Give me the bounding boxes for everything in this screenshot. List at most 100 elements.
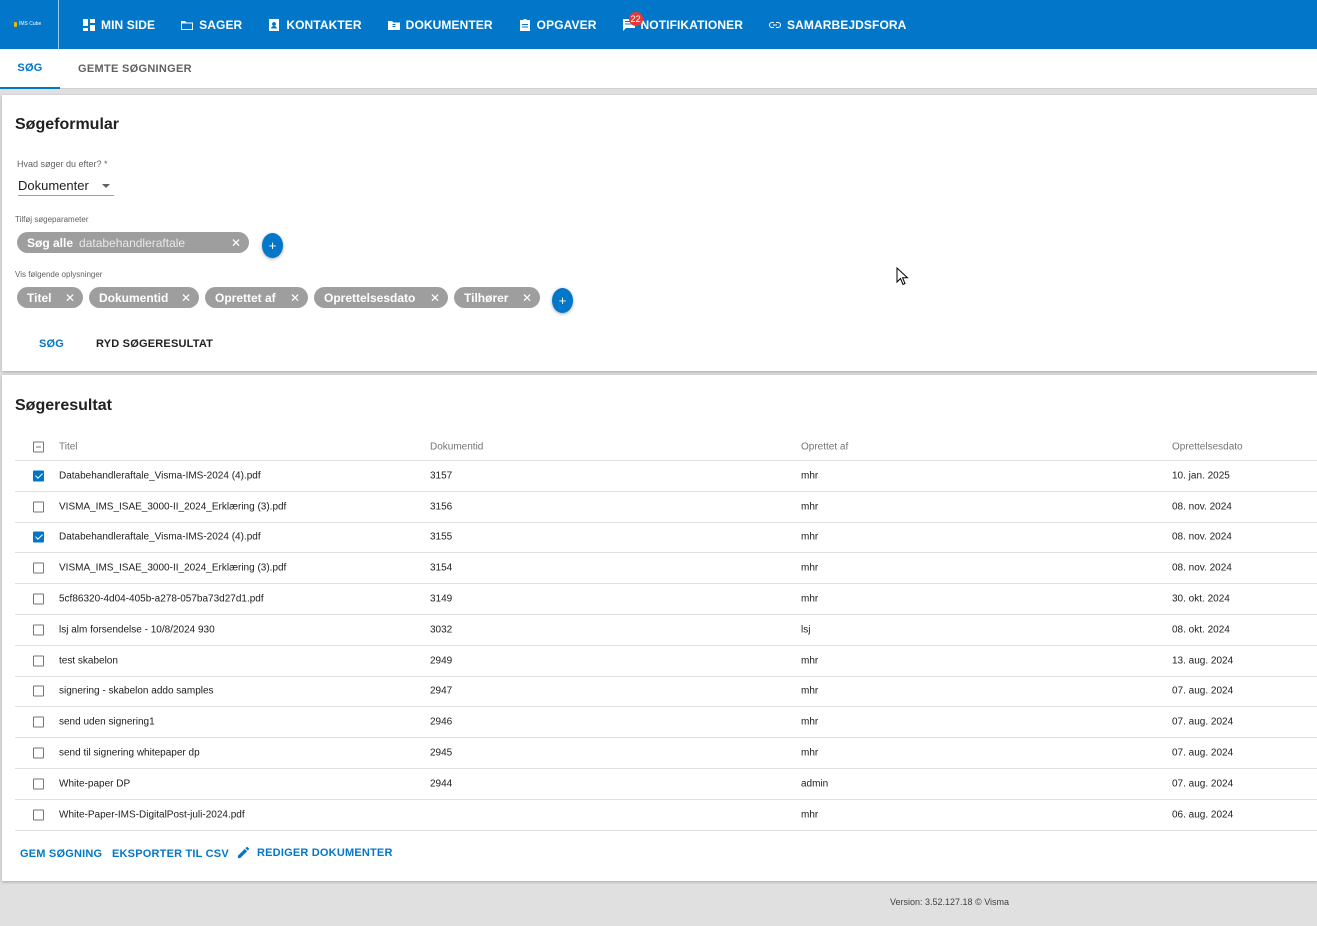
column-chip-created-date[interactable]: Oprettelsesdato ✕ bbox=[314, 287, 448, 308]
main-nav: MIN SIDE SAGER KONTAKTER DOKUMENTER OPGAVER 2… bbox=[69, 0, 914, 49]
add-column-button[interactable]: + bbox=[552, 288, 573, 313]
row-checkbox[interactable] bbox=[33, 685, 44, 697]
row-checkbox[interactable] bbox=[33, 501, 44, 513]
nav-item-label: DOKUMENTER bbox=[405, 17, 493, 32]
edit-documents-label: REDIGER DOKUMENTER bbox=[257, 846, 393, 859]
select-all-checkbox[interactable] bbox=[33, 441, 44, 452]
table-row[interactable]: Databehandleraftale_Visma-IMS-2024 (4).p… bbox=[15, 523, 1317, 554]
column-chip-title[interactable]: Titel ✕ bbox=[17, 287, 83, 308]
row-created-date: 08. okt. 2024 bbox=[1172, 624, 1230, 636]
search-button[interactable]: SØG bbox=[39, 338, 64, 350]
row-checkbox[interactable] bbox=[33, 562, 44, 574]
row-checkbox[interactable] bbox=[33, 531, 44, 543]
column-chip-created-by[interactable]: Oprettet af ✕ bbox=[205, 287, 308, 308]
nav-item-min-side[interactable]: MIN SIDE bbox=[75, 0, 163, 49]
row-checkbox[interactable] bbox=[33, 716, 44, 728]
search-form-title: Søgeformular bbox=[15, 116, 120, 133]
table-row[interactable]: VISMA_IMS_ISAE_3000-II_2024_Erklæring (3… bbox=[15, 492, 1317, 523]
dashboard-icon bbox=[83, 18, 95, 31]
row-title: Databehandleraftale_Visma-IMS-2024 (4).p… bbox=[59, 470, 261, 482]
table-row[interactable]: White-Paper-IMS-DigitalPost-juli-2024.pd… bbox=[15, 800, 1317, 831]
header-title[interactable]: Titel bbox=[59, 441, 78, 452]
document-folder-icon bbox=[387, 20, 400, 30]
header-created-date[interactable]: Oprettelsesdato bbox=[1172, 441, 1243, 452]
search-form-card: Søgeformular Hvad søger du efter? * Doku… bbox=[2, 95, 1317, 371]
search-all-chip[interactable]: Søg alle databehandleraftale ✕ bbox=[17, 232, 249, 253]
search-tabs: SØG GEMTE SØGNINGER bbox=[0, 49, 1317, 89]
row-created-date: 07. aug. 2024 bbox=[1172, 716, 1234, 728]
table-row[interactable]: signering - skabelon addo samples 2947 mhr… bbox=[15, 677, 1317, 708]
notification-badge: 22 bbox=[628, 12, 643, 26]
app-logo[interactable]: IMS Cube bbox=[0, 0, 59, 49]
search-all-chip-label: Søg alle bbox=[27, 235, 74, 250]
close-icon[interactable]: ✕ bbox=[290, 291, 300, 305]
what-select[interactable]: Dokumenter bbox=[18, 176, 114, 196]
nav-item-opgaver[interactable]: OPGAVER bbox=[511, 0, 605, 49]
nav-item-label: SAGER bbox=[199, 17, 243, 32]
pencil-icon bbox=[237, 846, 250, 859]
mouse-cursor-icon bbox=[896, 267, 909, 286]
close-icon[interactable]: ✕ bbox=[430, 291, 440, 305]
row-checkbox[interactable] bbox=[33, 778, 44, 790]
header-docid[interactable]: Dokumentid bbox=[430, 441, 483, 452]
clear-results-button[interactable]: RYD SØGERESULTAT bbox=[96, 338, 213, 350]
row-created-by: lsj bbox=[801, 624, 811, 636]
nav-item-notifikationer[interactable]: 22 NOTIFIKATIONER bbox=[615, 0, 752, 49]
row-created-date: 07. aug. 2024 bbox=[1172, 747, 1234, 759]
edit-documents-button[interactable]: REDIGER DOKUMENTER bbox=[236, 845, 393, 860]
row-created-date: 08. nov. 2024 bbox=[1172, 501, 1232, 513]
tab-search[interactable]: SØG bbox=[0, 49, 60, 89]
chevron-down-icon bbox=[102, 184, 110, 188]
row-docid: 2947 bbox=[430, 685, 453, 697]
table-row[interactable]: 5cf86320-4d04-405b-a278-057ba73d27d1.pdf… bbox=[15, 584, 1317, 615]
row-checkbox[interactable] bbox=[33, 593, 44, 605]
row-checkbox[interactable] bbox=[33, 655, 44, 667]
row-checkbox[interactable] bbox=[33, 809, 44, 821]
search-all-chip-value: databehandleraftale bbox=[79, 235, 186, 250]
header-created-by[interactable]: Oprettet af bbox=[801, 441, 848, 452]
table-row[interactable]: test skabelon 2949 mhr 13. aug. 2024 bbox=[15, 646, 1317, 677]
nav-item-dokumenter[interactable]: DOKUMENTER bbox=[380, 0, 501, 49]
row-created-by: mhr bbox=[801, 809, 819, 821]
row-docid: 3156 bbox=[430, 501, 453, 513]
row-created-date: 08. nov. 2024 bbox=[1172, 531, 1232, 543]
table-row[interactable]: send til signering whitepaper dp 2945 mhr 0… bbox=[15, 738, 1317, 769]
row-docid: 3157 bbox=[430, 470, 453, 482]
table-row[interactable]: White-paper DP 2944 admin 07. aug. 2024 bbox=[15, 769, 1317, 800]
column-chip-docid[interactable]: Dokumentid ✕ bbox=[89, 287, 199, 308]
table-row[interactable]: send uden signering1 2946 mhr 07. aug. 2024 bbox=[15, 707, 1317, 739]
close-icon[interactable]: ✕ bbox=[181, 291, 191, 305]
export-csv-button[interactable]: EKSPORTER TIL CSV bbox=[112, 848, 229, 860]
nav-item-sager[interactable]: SAGER bbox=[173, 0, 250, 49]
row-docid: 3155 bbox=[430, 531, 453, 543]
save-search-button[interactable]: GEM SØGNING bbox=[20, 848, 102, 860]
top-navigation-bar: IMS Cube MIN SIDE SAGER KONTAKTER DOKUMENTE… bbox=[0, 0, 1317, 49]
column-chip-label: Tilhører bbox=[464, 290, 509, 305]
close-icon[interactable]: ✕ bbox=[522, 291, 532, 305]
nav-item-kontakter[interactable]: KONTAKTER bbox=[260, 0, 369, 49]
table-header: Titel Dokumentid Oprettet af Oprettelses… bbox=[15, 433, 1317, 461]
close-icon[interactable]: ✕ bbox=[231, 236, 241, 250]
tab-saved-searches[interactable]: GEMTE SØGNINGER bbox=[60, 49, 210, 89]
table-row[interactable]: lsj alm forsendelse - 10/8/2024 930 3032 l… bbox=[15, 615, 1317, 646]
row-checkbox[interactable] bbox=[33, 747, 44, 759]
row-title: test skabelon bbox=[59, 655, 118, 667]
plus-icon: + bbox=[558, 293, 567, 308]
row-title: 5cf86320-4d04-405b-a278-057ba73d27d1.pdf bbox=[59, 593, 264, 605]
row-created-by: mhr bbox=[801, 531, 819, 543]
row-created-by: mhr bbox=[801, 747, 819, 759]
row-checkbox[interactable] bbox=[33, 624, 44, 636]
row-title: signering - skabelon addo samples bbox=[59, 685, 214, 697]
close-icon[interactable]: ✕ bbox=[65, 291, 75, 305]
table-row[interactable]: Databehandleraftale_Visma-IMS-2024 (4).p… bbox=[15, 461, 1317, 492]
row-created-date: 10. jan. 2025 bbox=[1172, 470, 1230, 482]
add-param-button[interactable]: + bbox=[262, 233, 283, 258]
row-docid: 3032 bbox=[430, 624, 453, 636]
what-label: Hvad søger du efter? * bbox=[17, 159, 108, 169]
what-select-value: Dokumenter bbox=[18, 178, 89, 193]
results-table: Titel Dokumentid Oprettet af Oprettelses… bbox=[15, 433, 1317, 831]
nav-item-samarbejdsfora[interactable]: SAMARBEJDSFORA bbox=[761, 0, 914, 49]
table-row[interactable]: VISMA_IMS_ISAE_3000-II_2024_Erklæring (3… bbox=[15, 553, 1317, 585]
column-chip-belongs-to[interactable]: Tilhører ✕ bbox=[454, 287, 540, 308]
row-checkbox[interactable] bbox=[33, 470, 44, 482]
